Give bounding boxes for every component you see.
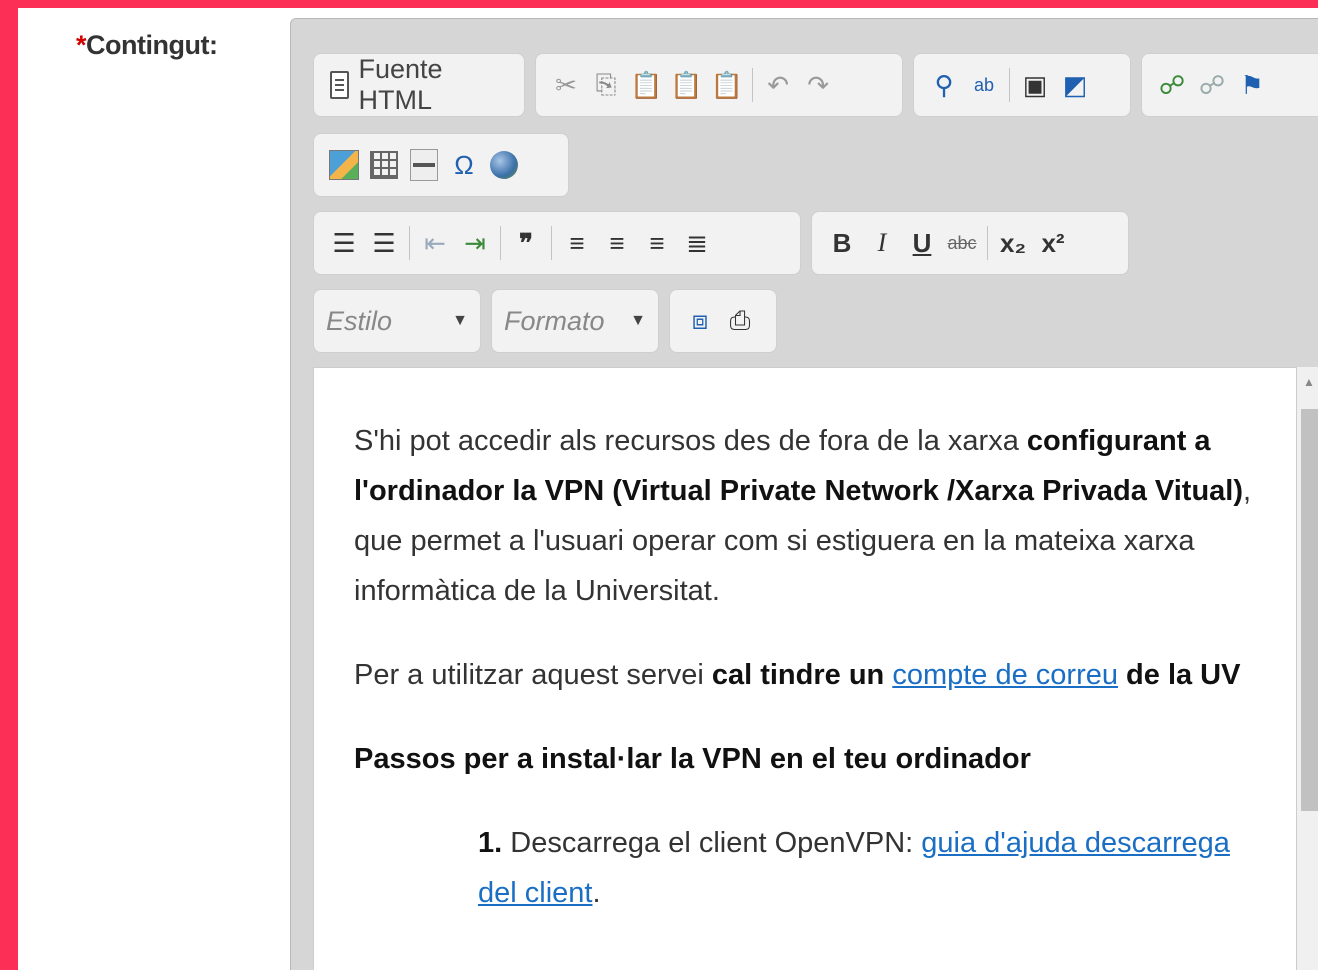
requirement-text: Per a utilitzar aquest servei: [354, 659, 712, 691]
preview-icon[interactable]: ⎙: [720, 298, 760, 344]
anchor-flag-icon[interactable]: ⚑: [1232, 62, 1272, 108]
document-icon: [330, 71, 349, 99]
bulleted-list-icon[interactable]: ☰: [364, 220, 404, 266]
separator: [987, 226, 988, 260]
clipboard-group: ✂ ⎘ 📋 📋 📋 ↶ ↷: [535, 53, 903, 117]
horizontal-rule-icon[interactable]: [404, 142, 444, 188]
source-html-label: Fuente HTML: [358, 54, 443, 115]
basic-style-group: B I U abc x₂ x²: [811, 211, 1129, 275]
strikethrough-button[interactable]: abc: [942, 220, 982, 266]
format-dropdown-label: Formato: [504, 305, 605, 336]
blockquote-icon[interactable]: ❞: [506, 220, 546, 266]
separator: [752, 68, 754, 102]
separator: [500, 226, 501, 260]
list-item-text: Descarrega el client OpenVPN:: [502, 827, 922, 859]
replace-icon[interactable]: ab: [964, 62, 1004, 108]
form-panel: *Contingut: Fuente HTML ✂ ⎘ 📋 📋 📋 ↶ ↷ ⚲ …: [18, 8, 1318, 970]
redo-icon[interactable]: ↷: [798, 62, 838, 108]
iframe-globe-icon[interactable]: [484, 142, 524, 188]
maximize-icon[interactable]: ⧈: [680, 298, 720, 344]
align-left-icon[interactable]: ≡: [557, 220, 597, 266]
content-field-label: *Contingut:: [76, 30, 218, 61]
requirement-bold-text: cal tindre un: [711, 659, 893, 691]
separator: [1009, 68, 1010, 102]
find-icon[interactable]: ⚲: [924, 62, 964, 108]
paste-text-icon[interactable]: 📋: [666, 62, 706, 108]
list-item-end: .: [592, 877, 601, 909]
paste-word-icon[interactable]: 📋: [707, 62, 747, 108]
source-html-button[interactable]: Fuente HTML: [324, 54, 514, 115]
link-icon[interactable]: ☍: [1152, 62, 1192, 108]
field-label-text: Contingut:: [86, 30, 218, 60]
style-dropdown[interactable]: Estilo ▼: [313, 289, 481, 353]
paragraph-requirement: Per a utilitzar aquest servei cal tindre…: [354, 650, 1254, 700]
chevron-down-icon: ▼: [630, 312, 646, 329]
paragraph-group: ☰ ☰ ⇤ ⇥ ❞ ≡ ≡ ≡ ≣: [313, 211, 801, 275]
intro-text: S'hi pot accedir als recursos des de for…: [354, 425, 1027, 457]
indent-icon[interactable]: ⇥: [455, 220, 495, 266]
toolbar-row-1: Fuente HTML ✂ ⎘ 📋 📋 📋 ↶ ↷ ⚲ ab ▣ ◩ ☍ ☍ ⚑: [313, 53, 1318, 119]
separator: [409, 226, 410, 260]
toolbar-row-2: Ω: [313, 133, 569, 199]
scroll-up-icon[interactable]: ▲: [1303, 375, 1315, 389]
bold-button[interactable]: B: [822, 220, 862, 266]
italic-button[interactable]: I: [862, 220, 902, 266]
requirement-bold-end: de la UV: [1117, 659, 1241, 691]
subscript-button[interactable]: x₂: [993, 220, 1033, 266]
remove-format-icon[interactable]: ◩: [1055, 62, 1095, 108]
undo-icon[interactable]: ↶: [758, 62, 798, 108]
source-group: Fuente HTML: [313, 53, 525, 117]
paragraph-steps-heading: Passos per a instal·lar la VPN en el teu…: [354, 734, 1254, 784]
toolbar-row-4: Estilo ▼ Formato ▼ ⧈ ⎙: [313, 289, 777, 355]
align-center-icon[interactable]: ≡: [597, 220, 637, 266]
style-dropdown-label: Estilo: [326, 305, 393, 336]
find-group: ⚲ ab ▣ ◩: [913, 53, 1131, 117]
format-dropdown[interactable]: Formato ▼: [491, 289, 659, 353]
special-char-icon[interactable]: Ω: [444, 142, 484, 188]
list-item: 1. Descarrega el client OpenVPN: guia d'…: [478, 818, 1258, 918]
rich-text-editor: Fuente HTML ✂ ⎘ 📋 📋 📋 ↶ ↷ ⚲ ab ▣ ◩ ☍ ☍ ⚑…: [290, 18, 1318, 970]
cut-icon[interactable]: ✂: [546, 62, 586, 108]
superscript-button[interactable]: x²: [1033, 220, 1073, 266]
scrollbar-thumb[interactable]: [1301, 409, 1318, 811]
separator: [551, 226, 552, 260]
select-all-icon[interactable]: ▣: [1015, 62, 1055, 108]
tools-group: ⧈ ⎙: [669, 289, 777, 353]
table-icon[interactable]: [364, 142, 404, 188]
required-marker: *: [76, 30, 87, 60]
list-item-number: 1.: [478, 827, 503, 859]
align-right-icon[interactable]: ≡: [637, 220, 677, 266]
toolbar-row-3: ☰ ☰ ⇤ ⇥ ❞ ≡ ≡ ≡ ≣ B I U abc x₂ x²: [313, 211, 1129, 277]
chevron-down-icon: ▼: [452, 312, 468, 329]
link-group: ☍ ☍ ⚑: [1141, 53, 1318, 117]
paragraph-intro: S'hi pot accedir als recursos des de for…: [354, 416, 1254, 616]
steps-heading: Passos per a instal·lar la VPN en el teu…: [354, 743, 1031, 775]
email-account-link[interactable]: compte de correu: [892, 659, 1118, 691]
underline-button[interactable]: U: [902, 220, 942, 266]
vertical-scrollbar[interactable]: ▲: [1297, 367, 1318, 970]
numbered-list-icon[interactable]: ☰: [324, 220, 364, 266]
editor-content-area[interactable]: S'hi pot accedir als recursos des de for…: [313, 367, 1297, 970]
outdent-icon[interactable]: ⇤: [415, 220, 455, 266]
unlink-icon[interactable]: ☍: [1192, 62, 1232, 108]
justify-icon[interactable]: ≣: [677, 220, 717, 266]
insert-group: Ω: [313, 133, 569, 197]
paste-icon[interactable]: 📋: [626, 62, 666, 108]
copy-icon[interactable]: ⎘: [586, 62, 626, 108]
image-icon[interactable]: [324, 142, 364, 188]
